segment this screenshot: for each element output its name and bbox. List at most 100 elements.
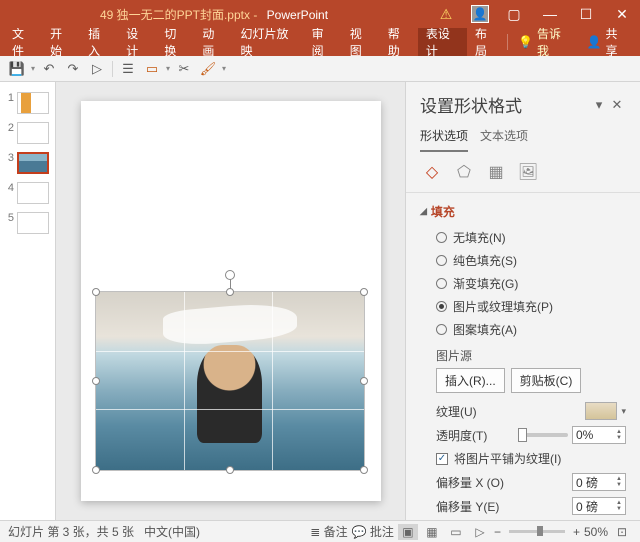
panel-tabs: 形状选项 文本选项 (406, 121, 640, 152)
size-properties-icon[interactable]: ▦ (484, 160, 508, 184)
tab-layout[interactable]: 布局 (467, 28, 505, 56)
tab-transitions[interactable]: 切换 (156, 28, 194, 56)
tab-home[interactable]: 开始 (42, 28, 80, 56)
resize-handle-nw[interactable] (92, 288, 100, 296)
radio-icon (436, 232, 447, 243)
redo-button[interactable]: ↷ (62, 59, 84, 79)
tab-review[interactable]: 审阅 (304, 28, 342, 56)
minimize-button[interactable]: ― (532, 0, 568, 28)
slide-thumb-5[interactable]: 5 (0, 208, 55, 238)
slide-thumb-1[interactable]: 1 (0, 88, 55, 118)
slide-thumb-2[interactable]: 2 (0, 118, 55, 148)
tab-insert[interactable]: 插入 (80, 28, 118, 56)
resize-handle-se[interactable] (360, 466, 368, 474)
transparency-slider[interactable] (518, 433, 568, 437)
resize-handle-s[interactable] (226, 466, 234, 474)
new-slide-button[interactable]: ▭ (141, 59, 163, 79)
radio-no-fill[interactable]: 无填充(N) (406, 226, 640, 249)
touch-mode-button[interactable]: ☰ (117, 59, 139, 79)
zoom-slider[interactable] (509, 530, 565, 533)
picture-fill (96, 292, 364, 470)
tell-me[interactable]: 💡告诉我 (510, 28, 577, 56)
panel-category-icons: ◇ ⬠ ▦ 🖼 (406, 152, 640, 193)
spinner-arrows[interactable]: ▲▼ (616, 476, 622, 488)
cut-button[interactable]: ✂ (173, 59, 195, 79)
resize-handle-e[interactable] (360, 377, 368, 385)
notes-button[interactable]: ≣ 备注 (310, 523, 347, 540)
panel-options-button[interactable]: ▾ (590, 97, 608, 113)
selected-shape[interactable] (95, 291, 365, 471)
picture-icon[interactable]: 🖼 (516, 160, 540, 184)
qat-more[interactable]: ▾ (221, 59, 227, 79)
title-sep: - (253, 8, 260, 22)
tile-checkbox-row[interactable]: ✓将图片平铺为纹理(I) (406, 447, 640, 470)
zoom-in-button[interactable]: + (573, 525, 580, 539)
tab-slideshow[interactable]: 幻灯片放映 (232, 28, 303, 56)
panel-body[interactable]: ◢填充 无填充(N) 纯色填充(S) 渐变填充(G) 图片或纹理填充(P) 图案… (406, 193, 640, 520)
format-painter-button[interactable]: 🖌 (197, 59, 219, 79)
texture-picker[interactable] (585, 402, 617, 420)
section-fill[interactable]: ◢填充 (406, 197, 640, 226)
ribbon-display-button[interactable]: ▢ (496, 0, 532, 28)
comments-button[interactable]: 💬 批注 (352, 523, 394, 540)
resize-handle-w[interactable] (92, 377, 100, 385)
radio-label: 无填充(N) (453, 229, 506, 246)
current-slide[interactable] (81, 101, 381, 501)
fit-window-button[interactable]: ⊡ (612, 524, 632, 540)
resize-handle-n[interactable] (226, 288, 234, 296)
warning-icon[interactable]: ⚠ (428, 0, 464, 28)
notes-label: 备注 (324, 525, 348, 539)
effects-icon[interactable]: ⬠ (452, 160, 476, 184)
spinner-arrows[interactable]: ▲▼ (616, 429, 622, 441)
tab-text-options[interactable]: 文本选项 (480, 127, 528, 152)
resize-handle-ne[interactable] (360, 288, 368, 296)
maximize-button[interactable]: ☐ (568, 0, 604, 28)
slide-thumbnail-panel[interactable]: 1 2 3 4 5 (0, 82, 56, 520)
tab-file[interactable]: 文件 (4, 28, 42, 56)
tab-help[interactable]: 帮助 (380, 28, 418, 56)
reading-view-button[interactable]: ▭ (446, 524, 466, 540)
sorter-view-button[interactable]: ▦ (422, 524, 442, 540)
account-button[interactable]: 👤 (464, 0, 496, 28)
tab-design[interactable]: 设计 (118, 28, 156, 56)
slide-thumb-4[interactable]: 4 (0, 178, 55, 208)
panel-close-button[interactable]: ✕ (608, 97, 626, 113)
app-name: PowerPoint (267, 8, 328, 22)
tab-animations[interactable]: 动画 (194, 28, 232, 56)
radio-solid-fill[interactable]: 纯色填充(S) (406, 249, 640, 272)
zoom-out-button[interactable]: − (494, 525, 501, 539)
tab-view[interactable]: 视图 (342, 28, 380, 56)
clipboard-button[interactable]: 剪贴板(C) (511, 368, 582, 393)
save-button[interactable]: 💾 (6, 59, 28, 79)
close-button[interactable]: ✕ (604, 0, 640, 28)
slide-counter[interactable]: 幻灯片 第 3 张，共 5 张 (8, 523, 134, 540)
tab-table-design[interactable]: 表设计 (418, 28, 467, 56)
normal-view-button[interactable]: ▣ (398, 524, 418, 540)
zoom-level[interactable]: 50% (584, 525, 608, 539)
texture-row: 纹理(U) ▾ (406, 399, 640, 423)
slide-thumb-3[interactable]: 3 (0, 148, 55, 178)
new-slide-dropdown[interactable]: ▾ (165, 59, 171, 79)
share-button[interactable]: 👤共享 (577, 25, 637, 59)
dropdown-icon[interactable]: ▾ (621, 406, 626, 417)
start-from-beginning-button[interactable]: ▷ (86, 59, 108, 79)
undo-button[interactable]: ↶ (38, 59, 60, 79)
checkbox-label: 将图片平铺为纹理(I) (454, 450, 561, 467)
resize-handle-sw[interactable] (92, 466, 100, 474)
radio-picture-fill[interactable]: 图片或纹理填充(P) (406, 295, 640, 318)
save-dropdown[interactable]: ▾ (30, 59, 36, 79)
fill-line-icon[interactable]: ◇ (420, 160, 444, 184)
image-detail (163, 300, 297, 347)
offset-x-spinner[interactable]: 0 磅▲▼ (572, 473, 626, 491)
radio-gradient-fill[interactable]: 渐变填充(G) (406, 272, 640, 295)
insert-picture-button[interactable]: 插入(R)... (436, 368, 505, 393)
transparency-spinner[interactable]: 0%▲▼ (572, 426, 626, 444)
tab-shape-options[interactable]: 形状选项 (420, 127, 468, 152)
slideshow-view-button[interactable]: ▷ (470, 524, 490, 540)
slide-canvas[interactable] (56, 82, 405, 520)
spinner-arrows[interactable]: ▲▼ (616, 500, 622, 512)
rotate-handle[interactable] (225, 270, 235, 280)
offset-y-spinner[interactable]: 0 磅▲▼ (572, 497, 626, 515)
language-indicator[interactable]: 中文(中国) (144, 523, 200, 540)
radio-pattern-fill[interactable]: 图案填充(A) (406, 318, 640, 341)
